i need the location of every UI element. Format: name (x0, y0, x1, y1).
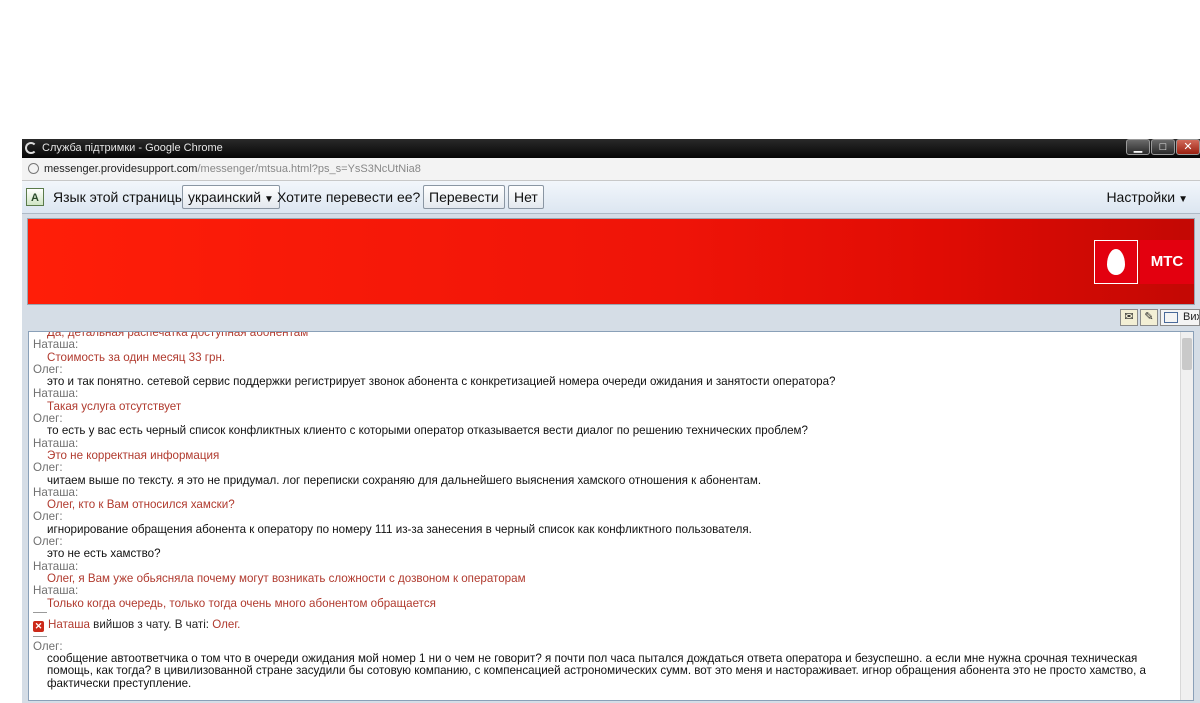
mts-banner: МТС (28, 219, 1194, 304)
system-message: ✕ Наташа вийшов з чату. В чаті: Олег. (33, 617, 1179, 633)
messages: Наташа: Стоимость за один месяц 33 грн. Ол… (33, 338, 1179, 610)
title-bar: Служба підтримки - Google Chrome ▁ □ ✕ (22, 139, 1200, 158)
translate-button[interactable]: Перевести (423, 185, 505, 209)
chat-message: Олег: игнорирование обращения абонента к … (33, 511, 1179, 536)
language-select[interactable]: украинский ▼ (182, 185, 280, 209)
message-speaker: Наташа: (33, 338, 79, 352)
email-transcript-icon[interactable]: ✉ (1120, 309, 1138, 326)
divider (33, 611, 47, 613)
message-speaker: Наташа: (33, 584, 79, 598)
message-text: игнорирование обращения абонента к опера… (47, 522, 752, 536)
message-text: Олег, кто к Вам относился хамски? (47, 498, 235, 512)
language-value: украинский (188, 189, 262, 205)
maximize-button[interactable]: □ (1151, 139, 1175, 155)
message-speaker: Олег: (33, 461, 63, 475)
chat-transcript[interactable]: Да, детальная распечатка доступная абоне… (28, 331, 1194, 701)
address-bar[interactable]: messenger.providesupport.com/messenger/m… (22, 158, 1200, 181)
scrollbar-thumb[interactable] (1182, 338, 1192, 370)
settings-menu[interactable]: Настройки ▼ (1106, 181, 1188, 216)
chat-message: Олег: это и так понятно. сетевой сервис п… (33, 363, 1179, 389)
no-button[interactable]: Нет (508, 185, 544, 209)
message-text: Только когда очередь, только тогда очень… (47, 596, 436, 610)
chrome-icon (25, 142, 37, 154)
window-controls: ▁ □ ✕ (1125, 139, 1200, 156)
exit-button[interactable]: Вихід (1160, 309, 1200, 326)
message-text: сообщение автоответчика о том что в очер… (47, 652, 1147, 690)
url-host: messenger.providesupport.com (44, 163, 198, 175)
leave-icon: ✕ (33, 620, 44, 632)
message-text: Стоимость за один месяц 33 грн. (47, 350, 226, 364)
chat-message: Наташа: Такая услуга отсутствует (33, 388, 1179, 413)
chat-message: Олег: читаем выше по тексту. я это не при… (33, 461, 1179, 487)
system-text: вийшов з чату. В чаті: (89, 617, 213, 631)
chat-message: Наташа: Олег, я Вам уже обьясняла почему … (33, 560, 1179, 586)
globe-icon (28, 163, 39, 174)
browser-window: Служба підтримки - Google Chrome ▁ □ ✕ m… (22, 139, 1200, 703)
translate-question: Хотите перевести ее? (277, 189, 421, 205)
chat-scrollbar[interactable] (1180, 332, 1193, 700)
chat-message: Олег: то есть у вас есть черный список ко… (33, 412, 1179, 438)
url-text[interactable]: messenger.providesupport.com/messenger/m… (44, 158, 421, 180)
chat-message: Наташа: Это не корректная информация (33, 437, 1179, 463)
message-list: Да, детальная распечатка доступная абоне… (33, 332, 1179, 690)
mts-logo-text: МТС (1140, 240, 1194, 284)
chat-message: Олег: это не есть хамство? (33, 535, 1179, 561)
mts-logo: МТС (1094, 240, 1194, 284)
message-text: Олег, я Вам уже обьясняла почему могут в… (47, 571, 526, 585)
chat-toolbar: ✉ ✎ Вихід (1118, 309, 1200, 327)
exit-label: Вихід (1183, 311, 1199, 323)
message-text: это не есть хамство? (47, 547, 161, 561)
message-speaker: Наташа: (33, 387, 79, 401)
message-text: Это не корректная информация (47, 448, 220, 462)
chevron-down-icon: ▼ (264, 194, 274, 205)
translate-prefix: Язык этой страницы (53, 189, 185, 205)
url-path: /messenger/mtsua.html?ps_s=YsS3NcUtNia8 (197, 163, 421, 175)
message-text: Такая услуга отсутствует (47, 399, 182, 413)
translate-icon: A (26, 188, 44, 206)
sound-toggle-icon[interactable]: ✎ (1140, 309, 1158, 326)
minimize-button[interactable]: ▁ (1126, 139, 1150, 155)
message-text: это и так понятно. сетевой сервис поддер… (47, 375, 836, 389)
system-agent-name: Наташа (48, 617, 90, 631)
translate-infobar: A Язык этой страницы украинский ▼ Хотите … (22, 181, 1200, 214)
chevron-down-icon: ▼ (1178, 194, 1188, 205)
mts-egg-icon (1094, 240, 1138, 284)
message-speaker: Олег: (33, 510, 63, 524)
divider (33, 635, 47, 637)
window-title: Служба підтримки - Google Chrome (42, 142, 223, 154)
settings-label: Настройки (1106, 189, 1176, 205)
system-in-chat: Олег. (212, 617, 241, 631)
exit-icon (1164, 312, 1178, 323)
chat-message: Наташа: Олег, кто к Вам относился хамски? (33, 486, 1179, 512)
chat-message: Наташа: Только когда очередь, только тогд… (33, 584, 1179, 610)
message-text: то есть у вас есть черный список конфлик… (47, 424, 808, 438)
message-speaker: Олег: (33, 535, 63, 549)
message-text: читаем выше по тексту. я это не придумал… (47, 473, 762, 487)
close-button[interactable]: ✕ (1176, 139, 1200, 155)
partial-message: Да, детальная распечатка доступная абоне… (47, 331, 309, 339)
chat-message: Наташа: Стоимость за один месяц 33 грн. (33, 338, 1179, 364)
